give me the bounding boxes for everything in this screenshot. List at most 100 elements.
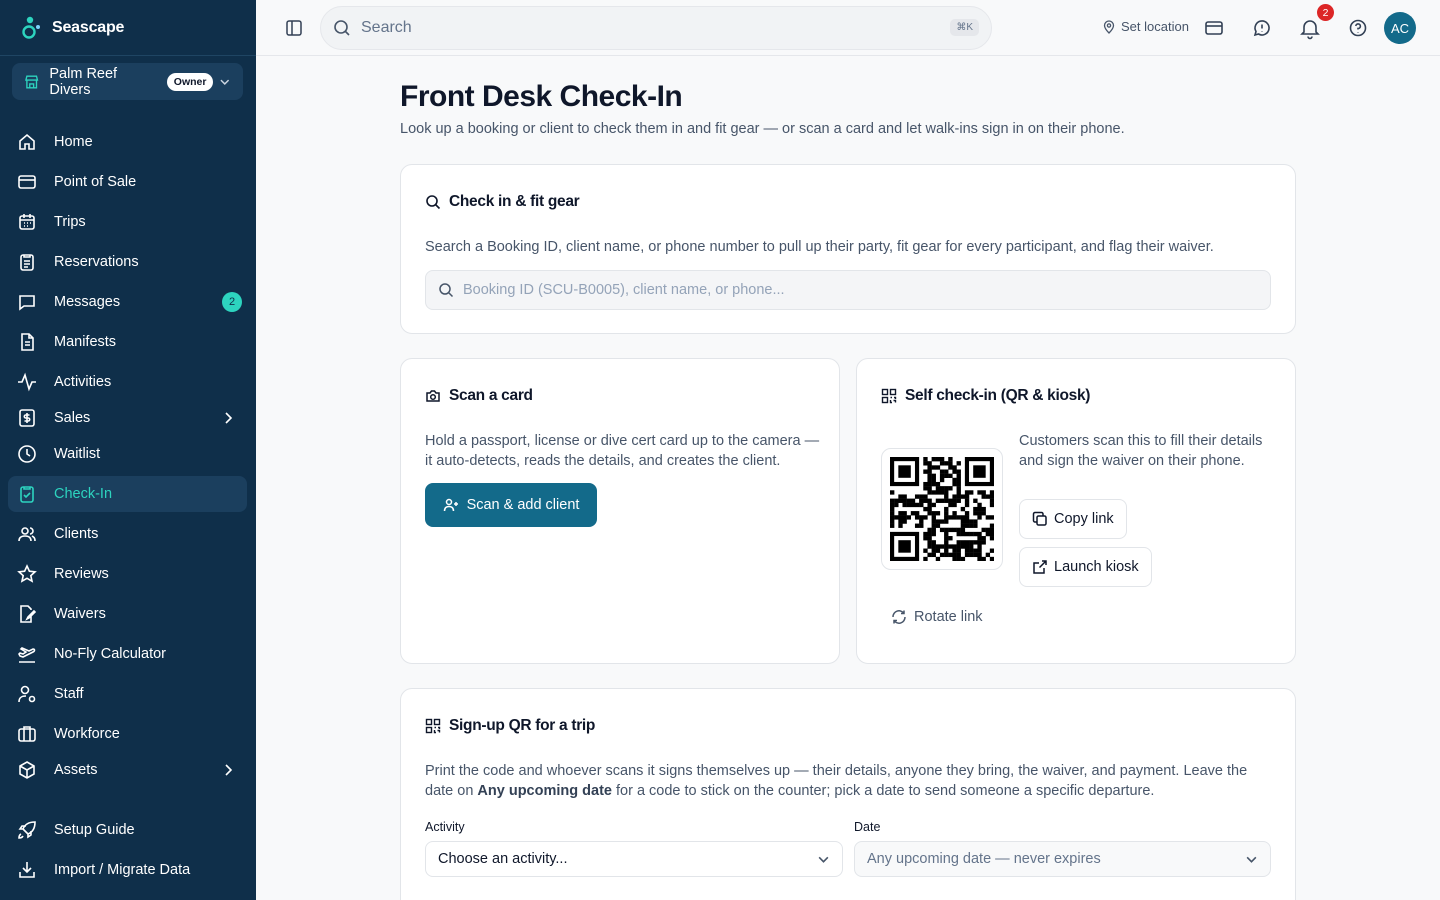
qr-code-icon xyxy=(425,718,441,734)
self-checkin-qr-code xyxy=(881,448,1003,570)
star-icon xyxy=(17,564,37,583)
date-select[interactable]: Any upcoming date — never expires xyxy=(854,841,1271,877)
sidebar-item-clients[interactable]: Clients xyxy=(8,516,247,552)
sidebar-item-check-in[interactable]: Check-In xyxy=(8,476,247,512)
seascape-logo-icon xyxy=(22,16,40,39)
sidebar-item-label: Point of Sale xyxy=(54,174,137,190)
sidebar-item-setup-guide[interactable]: Setup Guide xyxy=(8,812,247,848)
sidebar-item-import-migrate-data[interactable]: Import / Migrate Data xyxy=(8,852,247,888)
user-cog-icon xyxy=(18,685,36,703)
clipboard-check-icon xyxy=(20,486,34,503)
date-select-value: Any upcoming date — never expires xyxy=(867,851,1101,867)
sidebar-item-reviews[interactable]: Reviews xyxy=(8,556,247,592)
chevron-right-icon xyxy=(225,412,233,424)
sidebar: Seascape Palm Reef Divers Owner Home Poi… xyxy=(0,0,256,900)
sidebar-item-label: Check-In xyxy=(54,486,113,502)
clipboard-icon xyxy=(20,254,34,271)
copy-link-label: Copy link xyxy=(1054,511,1114,527)
chat-icon[interactable] xyxy=(1250,16,1274,40)
scan-title: Scan a card xyxy=(449,387,533,404)
global-search-input[interactable]: Search ⌘K xyxy=(320,6,992,50)
sidebar-item-activities[interactable]: Activities xyxy=(8,364,247,400)
sidebar-item-label: Setup Guide xyxy=(54,822,135,838)
chevron-down-icon xyxy=(1246,856,1257,863)
home-icon xyxy=(19,133,35,150)
booking-lookup-input[interactable]: Booking ID (SCU-B0005), client name, or … xyxy=(425,270,1271,310)
sidebar-toggle-icon[interactable] xyxy=(284,18,304,38)
calendar-icon xyxy=(19,214,35,230)
sidebar-item-no-fly-calculator[interactable]: No-Fly Calculator xyxy=(8,636,247,672)
sidebar-item-label: Activities xyxy=(54,374,112,390)
sidebar-item-label: Workforce xyxy=(54,726,120,742)
sidebar-item-trips[interactable]: Trips xyxy=(8,204,247,240)
sidebar-item-label: Import / Migrate Data xyxy=(54,862,191,878)
briefcase-icon xyxy=(18,726,36,742)
sidebar-item-label: Waitlist xyxy=(54,446,101,462)
signup-qr-card: Sign-up QR for a trip Print the code and… xyxy=(400,688,1296,900)
bell-icon[interactable] xyxy=(1298,16,1322,40)
set-location-button[interactable]: Set location xyxy=(1102,19,1189,34)
sidebar-item-manifests[interactable]: Manifests xyxy=(8,324,247,360)
card-reader-icon[interactable] xyxy=(1202,16,1226,40)
search-icon xyxy=(334,20,350,36)
map-pin-icon xyxy=(1103,19,1115,34)
box-icon xyxy=(19,761,35,779)
topbar: Search ⌘K Set location 2 AC xyxy=(256,0,1440,56)
sidebar-item-home[interactable]: Home xyxy=(8,124,247,160)
chevron-down-icon xyxy=(220,79,230,85)
search-shortcut: ⌘K xyxy=(950,19,979,36)
search-placeholder: Search xyxy=(361,19,412,36)
copy-link-button[interactable]: Copy link xyxy=(1019,499,1127,539)
self-checkin-card: Self check-in (QR & kiosk) Customers sca… xyxy=(856,358,1296,664)
sidebar-item-waitlist[interactable]: Waitlist xyxy=(8,436,247,472)
self-checkin-title: Self check-in (QR & kiosk) xyxy=(905,387,1091,404)
sidebar-item-point-of-sale[interactable]: Point of Sale xyxy=(8,164,247,200)
sidebar-item-workforce[interactable]: Workforce xyxy=(8,716,247,752)
avatar[interactable]: AC xyxy=(1384,12,1416,44)
search-icon xyxy=(426,195,441,210)
rocket-icon xyxy=(18,821,36,839)
signup-qr-title: Sign-up QR for a trip xyxy=(449,717,596,734)
page-subtitle: Look up a booking or client to check the… xyxy=(400,121,1125,137)
sidebar-item-label: Home xyxy=(54,134,93,150)
activity-select[interactable]: Choose an activity... xyxy=(425,841,843,877)
self-checkin-description: Customers scan this to fill their detail… xyxy=(1019,433,1263,469)
brand-name: Seascape xyxy=(52,18,125,36)
search-icon xyxy=(439,283,454,298)
sidebar-item-label: Staff xyxy=(54,686,84,702)
chevron-down-icon xyxy=(818,856,829,863)
copy-icon xyxy=(1032,511,1047,526)
activity-icon xyxy=(18,372,36,392)
sidebar-item-reservations[interactable]: Reservations xyxy=(8,244,247,280)
rotate-link-label: Rotate link xyxy=(914,609,983,625)
brand[interactable]: Seascape xyxy=(0,0,256,56)
checkin-card: Check in & fit gear Search a Booking ID,… xyxy=(400,164,1296,334)
sidebar-item-label: Messages xyxy=(54,294,121,310)
sidebar-item-messages[interactable]: Messages 2 xyxy=(8,284,247,320)
sidebar-item-waivers[interactable]: Waivers xyxy=(8,596,247,632)
page-title: Front Desk Check-In xyxy=(400,80,683,113)
credit-card-icon xyxy=(18,175,36,189)
org-switcher[interactable]: Palm Reef Divers Owner xyxy=(12,63,243,100)
sidebar-item-staff[interactable]: Staff xyxy=(8,676,247,712)
plane-icon xyxy=(18,647,36,663)
scan-add-client-button[interactable]: Scan & add client xyxy=(425,483,597,527)
sidebar-item-sales[interactable]: Sales xyxy=(8,400,247,436)
checkin-title: Check in & fit gear xyxy=(449,193,580,210)
role-badge: Owner xyxy=(166,72,214,91)
import-icon xyxy=(19,862,35,878)
scan-description: Hold a passport, license or dive cert ca… xyxy=(425,433,820,469)
card-title: Self check-in (QR & kiosk) xyxy=(881,387,1090,405)
user-plus-icon xyxy=(443,498,458,512)
camera-icon xyxy=(426,390,440,402)
rotate-link-button[interactable]: Rotate link xyxy=(891,609,983,625)
set-location-label: Set location xyxy=(1121,19,1189,34)
help-icon[interactable] xyxy=(1346,16,1370,40)
file-signature-icon xyxy=(20,605,37,623)
sidebar-item-label: Trips xyxy=(54,214,86,230)
launch-kiosk-label: Launch kiosk xyxy=(1054,559,1139,575)
launch-kiosk-button[interactable]: Launch kiosk xyxy=(1019,547,1152,587)
file-icon xyxy=(21,333,34,351)
sidebar-item-assets[interactable]: Assets xyxy=(8,752,247,788)
external-link-icon xyxy=(1033,560,1047,574)
